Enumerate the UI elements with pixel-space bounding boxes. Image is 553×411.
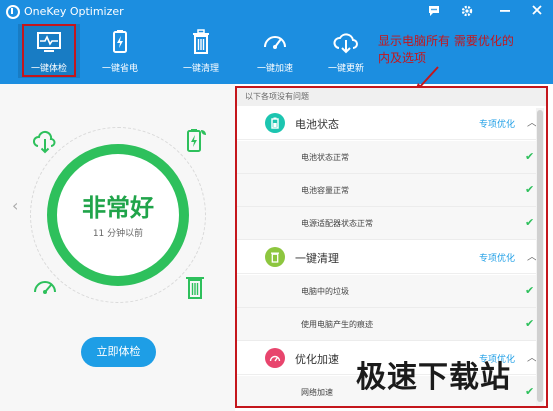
optimize-link[interactable]: 专项优化 [479,117,515,130]
title-bar: OneKey Optimizer [0,0,553,24]
highlight-box-checkup [22,24,76,77]
gear-icon[interactable] [458,4,476,20]
status-panel: 非常好 11 分钟以前 ‹ 立即体检 [0,84,235,411]
optimize-link[interactable]: 专项优化 [479,251,515,264]
close-icon[interactable] [528,4,546,20]
status-ring: 非常好 11 分钟以前 [47,144,189,286]
battery-icon [265,113,285,133]
check-icon: ✔ [525,183,535,196]
speedometer-icon [265,348,285,368]
check-icon: ✔ [525,284,535,297]
result-list-header: 以下各项没有问题 [237,88,546,106]
category-title: 优化加速 [295,353,339,366]
battery-charge-icon [113,30,127,53]
scrollbar-thumb[interactable] [537,110,543,402]
category-cleanup[interactable]: 一键清理 专项优化 ︿ [237,240,537,274]
battery-charge-icon [187,129,206,152]
cloud-download-icon [32,130,56,154]
category-battery[interactable]: 电池状态 专项优化 ︿ [237,106,537,140]
nav-tab-power-save[interactable]: 一键省电 [89,24,151,78]
app-title: OneKey Optimizer [24,5,124,18]
check-icon: ✔ [525,150,535,163]
nav-tab-clean[interactable]: 一键清理 [170,24,232,78]
status-time: 11 分钟以前 [92,229,144,239]
cloud-download-icon [333,33,358,54]
nav-tab-label: 一键清理 [182,64,219,74]
check-now-button[interactable]: 立即体检 [81,337,156,367]
scrollbar[interactable] [536,108,544,406]
nav-tab-label: 一键省电 [101,64,138,74]
category-title: 一键清理 [295,252,339,265]
list-item: 电池状态正常 ✔ [237,141,537,174]
check-icon: ✔ [525,317,535,330]
annotation-note: 显示电脑所有 需要优化的 内及选项 [378,33,553,67]
list-item: 电源适配器状态正常 ✔ [237,207,537,240]
watermark-text: 极速下载站 [356,360,511,395]
prev-arrow-icon[interactable]: ‹ [12,196,18,215]
chat-icon[interactable] [425,4,443,20]
list-item: 使用电脑产生的痕迹 ✔ [237,308,537,341]
minimize-icon[interactable] [496,4,514,20]
speedometer-icon [264,36,286,49]
list-item-label: 电脑中的垃圾 [301,287,349,296]
category-title: 电池状态 [295,118,339,131]
app-logo-icon [6,5,20,19]
annotation-line: 内及选项 [378,51,427,65]
check-icon: ✔ [525,385,535,398]
list-item-label: 使用电脑产生的痕迹 [301,320,373,329]
list-item-label: 电源适配器状态正常 [301,219,373,228]
speedometer-icon [34,281,56,294]
trash-icon [193,29,209,54]
annotation-line: 显示电脑所有 需要优化的 [378,34,514,48]
nav-tab-label: 一键加速 [256,64,293,74]
nav-tab-speedup[interactable]: 一键加速 [244,24,306,78]
nav-tab-update[interactable]: 一键更新 [315,24,377,78]
check-icon: ✔ [525,216,535,229]
trash-icon [186,277,204,299]
nav-tab-label: 一键更新 [327,64,364,74]
list-item-label: 电池状态正常 [301,153,349,162]
trash-icon [265,247,285,267]
list-item-label: 电池容量正常 [301,186,349,195]
list-item-label: 网络加速 [301,388,333,397]
list-item: 电池容量正常 ✔ [237,174,537,207]
list-item: 电脑中的垃圾 ✔ [237,275,537,308]
status-text: 非常好 [82,194,154,222]
